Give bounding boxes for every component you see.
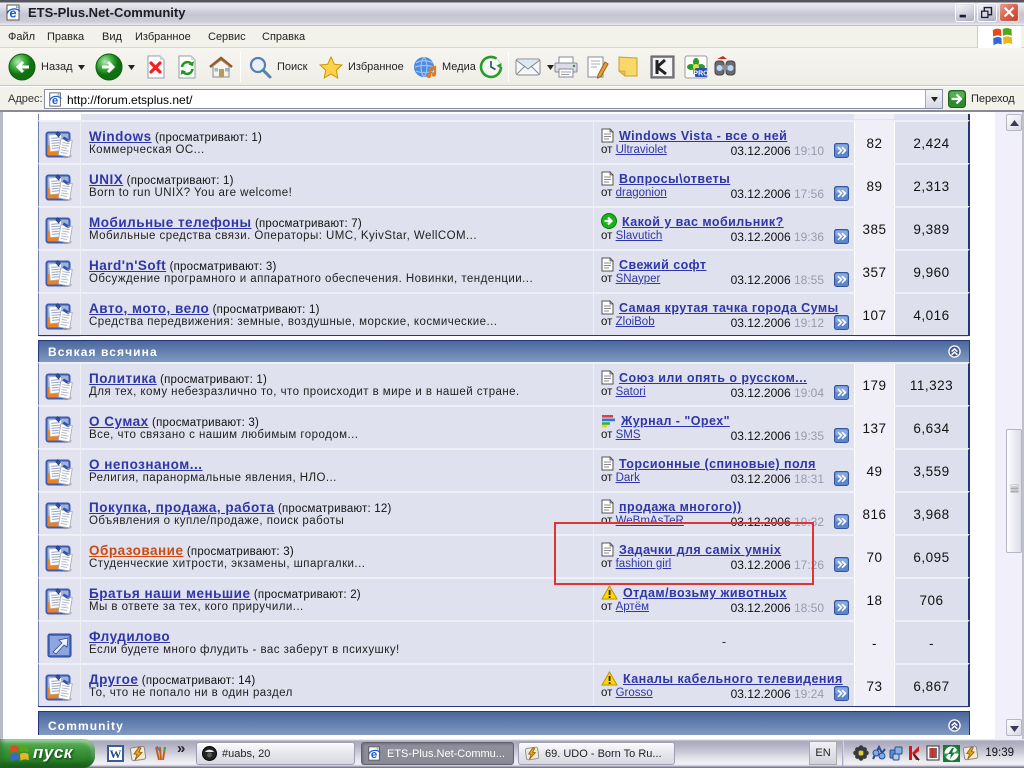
svg-text:e: e — [9, 6, 16, 21]
svg-text:W: W — [110, 747, 122, 761]
svg-text:PRO: PRO — [693, 71, 708, 78]
